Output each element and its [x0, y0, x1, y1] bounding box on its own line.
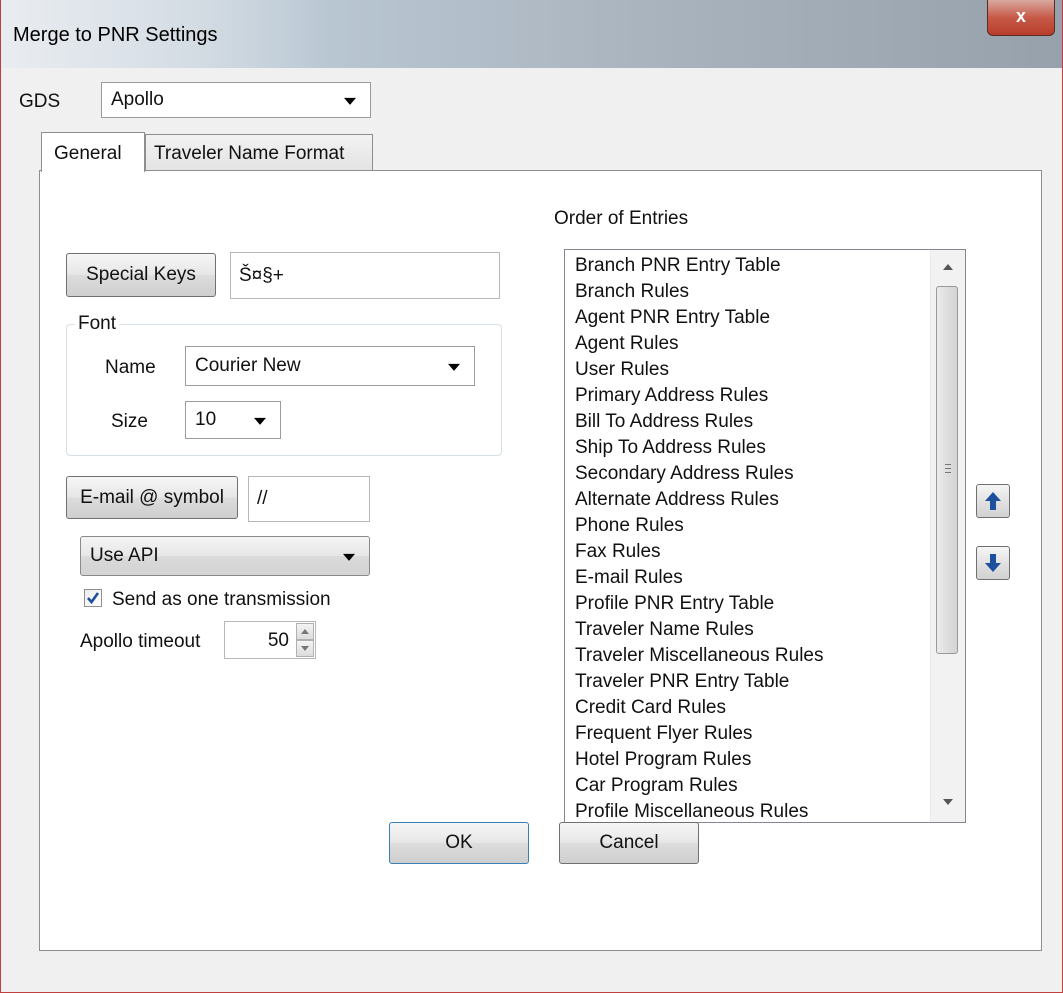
thumb-grip-line — [945, 464, 951, 465]
close-button[interactable]: x — [987, 0, 1055, 36]
send-one-transmission-checkbox[interactable] — [84, 589, 102, 607]
tab-traveler-name-format[interactable]: Traveler Name Format — [145, 134, 373, 170]
list-item[interactable]: Profile PNR Entry Table — [575, 593, 774, 615]
email-symbol-value: // — [257, 488, 268, 509]
font-group: Font Name Courier New Size 10 — [66, 313, 502, 456]
arrow-down-icon — [985, 554, 1001, 572]
ok-button-label: OK — [445, 832, 473, 853]
list-vertical-scrollbar[interactable] — [930, 250, 965, 822]
list-item[interactable]: User Rules — [575, 359, 669, 381]
dialog-window: Merge to PNR Settings x GDS Apollo Gener… — [0, 0, 1063, 993]
special-keys-input[interactable]: Š¤§+ — [230, 252, 500, 299]
tab-traveler-name-format-label: Traveler Name Format — [154, 143, 345, 164]
chevron-down-icon — [448, 363, 460, 371]
gds-label: GDS — [19, 91, 61, 112]
tab-page-general: Special Keys Š¤§+ Font Name Courier New … — [39, 170, 1042, 951]
list-item[interactable]: Bill To Address Rules — [575, 411, 753, 433]
list-item[interactable]: Primary Address Rules — [575, 385, 768, 407]
chevron-down-icon — [344, 97, 356, 105]
dialog-client: GDS Apollo General Traveler Name Format … — [9, 68, 1057, 986]
caret-up-icon — [301, 629, 309, 634]
list-item[interactable]: Fax Rules — [575, 541, 661, 563]
list-item[interactable]: E-mail Rules — [575, 567, 683, 589]
apollo-timeout-label: Apollo timeout — [80, 631, 201, 652]
list-item[interactable]: Agent Rules — [575, 333, 679, 355]
list-item[interactable]: Hotel Program Rules — [575, 749, 751, 771]
list-item[interactable]: Branch PNR Entry Table — [575, 255, 781, 277]
font-group-label: Font — [75, 313, 120, 335]
send-one-transmission-label[interactable]: Send as one transmission — [112, 589, 331, 611]
caret-down-icon — [301, 646, 309, 651]
list-item[interactable]: Traveler PNR Entry Table — [575, 671, 789, 693]
chevron-down-icon — [254, 417, 266, 425]
tab-general[interactable]: General — [41, 132, 145, 172]
close-icon: x — [1015, 6, 1026, 26]
special-keys-value: Š¤§+ — [239, 264, 284, 286]
email-symbol-button-label: E-mail @ symbol — [80, 486, 224, 508]
move-up-button[interactable] — [976, 484, 1010, 518]
gds-select[interactable]: Apollo — [101, 82, 371, 118]
ok-button[interactable]: OK — [389, 822, 529, 864]
spin-down-button[interactable] — [296, 640, 314, 657]
spin-up-button[interactable] — [296, 623, 314, 640]
list-item[interactable]: Traveler Miscellaneous Rules — [575, 645, 824, 667]
transmission-mode-value: Use API — [90, 545, 159, 566]
list-item[interactable]: Alternate Address Rules — [575, 489, 779, 511]
cancel-button-label: Cancel — [599, 832, 659, 853]
font-size-value: 10 — [195, 409, 217, 430]
title-bar[interactable]: Merge to PNR Settings x — [1, 0, 1062, 68]
apollo-timeout-spinner[interactable]: 50 — [224, 621, 316, 659]
special-keys-button[interactable]: Special Keys — [66, 253, 216, 297]
thumb-grip-line — [945, 468, 951, 469]
scrollbar-thumb[interactable] — [936, 286, 958, 654]
list-item[interactable]: Secondary Address Rules — [575, 463, 794, 485]
arrow-up-icon — [985, 492, 1001, 510]
list-item[interactable]: Credit Card Rules — [575, 697, 726, 719]
list-item[interactable]: Car Program Rules — [575, 775, 738, 797]
cancel-button[interactable]: Cancel — [559, 822, 699, 864]
order-of-entries-list[interactable]: Branch PNR Entry Table Branch Rules Agen… — [564, 249, 966, 823]
tab-general-label: General — [54, 143, 122, 164]
chevron-down-icon — [343, 553, 355, 561]
checkmark-icon — [87, 592, 100, 605]
gds-select-value: Apollo — [111, 89, 164, 110]
list-item[interactable]: Frequent Flyer Rules — [575, 723, 752, 745]
email-symbol-button[interactable]: E-mail @ symbol — [66, 476, 238, 519]
list-item[interactable]: Agent PNR Entry Table — [575, 307, 770, 329]
email-symbol-input[interactable]: // — [248, 476, 370, 522]
window-title: Merge to PNR Settings — [13, 24, 218, 46]
transmission-mode-select[interactable]: Use API — [80, 536, 370, 576]
list-item[interactable]: Profile Miscellaneous Rules — [575, 801, 808, 822]
scroll-down-arrow-icon[interactable] — [943, 799, 953, 805]
move-down-button[interactable] — [976, 546, 1010, 580]
apollo-timeout-value: 50 — [267, 630, 289, 651]
list-item[interactable]: Branch Rules — [575, 281, 689, 303]
order-of-entries-label: Order of Entries — [554, 208, 689, 229]
list-item[interactable]: Traveler Name Rules — [575, 619, 754, 641]
special-keys-button-label: Special Keys — [86, 264, 196, 285]
font-size-select[interactable]: 10 — [185, 401, 281, 439]
list-item[interactable]: Ship To Address Rules — [575, 437, 766, 459]
scroll-up-arrow-icon[interactable] — [943, 264, 953, 270]
font-name-value: Courier New — [195, 355, 301, 376]
font-size-label: Size — [111, 411, 148, 432]
font-name-select[interactable]: Courier New — [185, 346, 475, 386]
thumb-grip-line — [945, 472, 951, 473]
list-item[interactable]: Phone Rules — [575, 515, 684, 537]
font-name-label: Name — [105, 357, 156, 378]
